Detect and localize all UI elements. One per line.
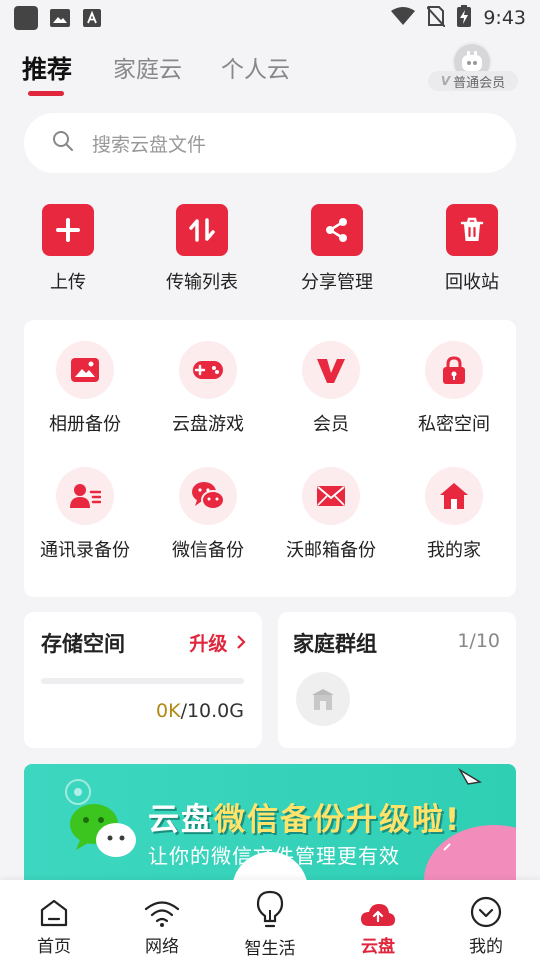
nav-cloud-drive-label: 云盘 [361,937,395,957]
wifi-signal-icon [391,6,416,31]
upgrade-button[interactable]: 升级 [189,629,246,656]
nav-network-label: 网络 [145,937,179,957]
member-badge[interactable]: V 普通会员 [428,71,518,91]
photo-icon [56,341,114,399]
status-bar: 9:43 [0,0,540,36]
vip-icon: V [440,74,451,88]
mailbox-backup-label: 沃邮箱备份 [286,540,376,561]
wechat-logo-icon [68,800,140,868]
no-sim-icon [426,5,447,32]
lock-icon [425,341,483,399]
tab-recommend[interactable]: 推荐 [22,50,72,86]
mailbox-backup-button[interactable]: 沃邮箱备份 [266,467,396,562]
home-outline-icon [9,894,99,928]
trash-icon [446,204,498,256]
nav-home-label: 首页 [37,937,71,957]
font-notification-icon [82,8,102,28]
banner-title-part2: 微信备份升级啦! [214,802,462,838]
vip-icon [302,341,360,399]
vip-button[interactable]: 会员 [266,341,396,436]
vip-label: 会员 [313,414,349,435]
chevron-right-icon [227,633,246,655]
image-notification-icon [50,8,70,28]
nav-network[interactable]: 网络 [117,894,207,957]
family-group-title: 家庭群组 [293,632,377,656]
my-home-label: 我的家 [427,540,481,561]
private-space-button[interactable]: 私密空间 [389,341,519,436]
photo-backup-button[interactable]: 相册备份 [20,341,150,436]
transfer-list-button[interactable]: 传输列表 [152,204,252,294]
share-management-label: 分享管理 [301,272,373,293]
recycle-bin-label: 回收站 [445,272,499,293]
family-house-icon [296,672,350,726]
search-icon [52,130,74,156]
clock-time: 9:43 [483,7,526,29]
upgrade-label: 升级 [189,633,228,655]
upload-label: 上传 [50,272,86,293]
storage-total: /10.0G [180,700,244,722]
nav-mine[interactable]: 我的 [441,894,531,957]
share-management-button[interactable]: 分享管理 [287,204,387,294]
nav-smart-life-label: 智生活 [244,939,296,959]
plus-icon [42,204,94,256]
search-input[interactable]: 搜索云盘文件 [92,130,206,157]
quick-actions: 上传 传输列表 分享管理 回收站 [0,204,540,304]
mail-icon [302,467,360,525]
cloud-games-label: 云盘游戏 [172,414,244,435]
bottom-nav: 首页 网络 智生活 云盘 我的 [0,880,540,960]
wechat-backup-button[interactable]: 微信备份 [143,467,273,562]
wifi-icon [117,894,207,928]
storage-progress-bar [41,678,244,684]
nav-smart-life[interactable]: 智生活 [225,882,315,959]
photo-backup-label: 相册备份 [49,414,121,435]
top-tabs: 推荐 家庭云 个人云 V 普通会员 [0,40,540,100]
active-tab-indicator [28,91,64,96]
tab-family-cloud[interactable]: 家庭云 [113,50,182,84]
banner-title-part1: 云盘 [148,802,214,838]
nav-home[interactable]: 首页 [9,894,99,957]
transfer-list-label: 传输列表 [166,272,238,293]
storage-usage: 0K/10.0G [156,700,244,722]
services-card: 相册备份 云盘游戏 会员 私密空间 通讯录备份 微信备份 沃邮箱备份 我的家 [24,320,516,597]
storage-used: 0K [156,700,181,722]
share-icon [311,204,363,256]
storage-card[interactable]: 存储空间 升级 0K/10.0G [24,612,262,748]
transfer-arrows-icon [176,204,228,256]
private-space-label: 私密空间 [418,414,490,435]
home-icon [425,467,483,525]
nav-cloud-drive[interactable]: 云盘 [333,894,423,957]
storage-title: 存储空间 [41,632,125,656]
contacts-icon [56,467,114,525]
app-notification-icon [14,6,38,30]
banner-title: 云盘微信备份升级啦! [148,794,461,839]
my-home-button[interactable]: 我的家 [389,467,519,562]
family-group-card[interactable]: 家庭群组 1/10 [278,612,516,748]
lightbulb-icon [225,882,315,930]
wechat-icon [179,467,237,525]
family-group-count: 1/10 [457,630,500,652]
wechat-backup-label: 微信备份 [172,540,244,561]
nav-mine-label: 我的 [469,937,503,957]
cloud-games-button[interactable]: 云盘游戏 [143,341,273,436]
member-label: 普通会员 [453,75,506,91]
contacts-backup-label: 通讯录备份 [40,540,130,561]
upload-button[interactable]: 上传 [18,204,118,294]
search-bar[interactable]: 搜索云盘文件 [24,113,516,173]
gamepad-icon [179,341,237,399]
recycle-bin-button[interactable]: 回收站 [422,204,522,294]
profile-chevron-icon [441,894,531,928]
tab-personal-cloud[interactable]: 个人云 [221,50,290,84]
contacts-backup-button[interactable]: 通讯录备份 [20,467,150,562]
cloud-upload-icon [333,894,423,928]
battery-charging-icon [457,4,472,32]
